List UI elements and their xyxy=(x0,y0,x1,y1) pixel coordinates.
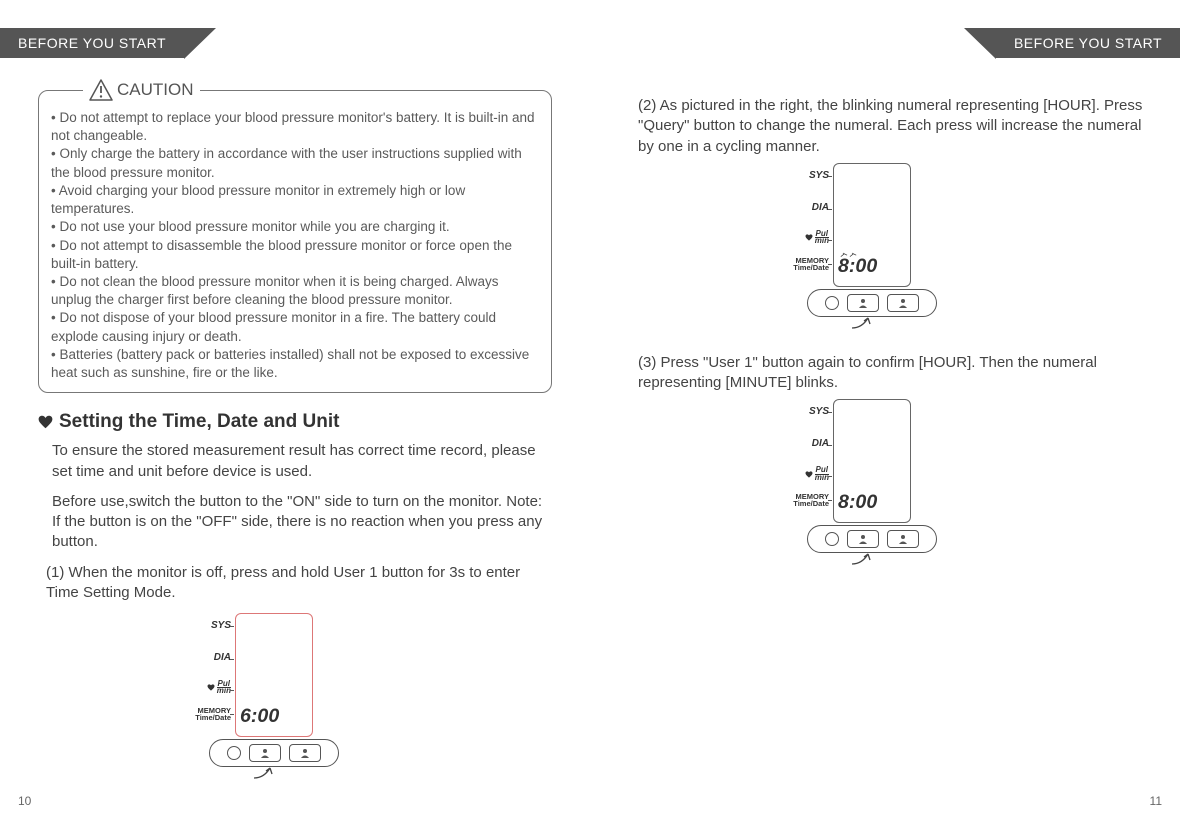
svg-text:8:00: 8:00 xyxy=(838,491,877,513)
section-title-text: Setting the Time, Date and Unit xyxy=(59,411,339,433)
person-icon xyxy=(858,298,868,308)
seven-seg-display: 6:00 xyxy=(240,702,310,728)
power-button xyxy=(227,746,241,760)
caution-box: CAUTION • Do not attempt to replace your… xyxy=(38,90,552,393)
right-content: (2) As pictured in the right, the blinki… xyxy=(638,96,1148,553)
person-icon xyxy=(300,748,310,758)
device-screen: 6:00 xyxy=(235,613,313,737)
device-base xyxy=(807,525,937,553)
press-arrow-icon xyxy=(252,760,282,780)
step-3: (3) Press "User 1" button again to confi… xyxy=(638,353,1148,394)
warning-icon xyxy=(89,79,113,101)
device-screen: 8:00 xyxy=(833,399,911,523)
label-pul: Pulmin xyxy=(177,681,231,695)
label-pul: Pulmin xyxy=(775,231,829,245)
person-icon xyxy=(260,748,270,758)
seven-seg-display: 8:00 xyxy=(838,488,908,514)
person-icon xyxy=(898,298,908,308)
device-screen: 8:00 xyxy=(833,163,911,287)
section-title: Setting the Time, Date and Unit xyxy=(38,411,552,433)
power-button xyxy=(825,296,839,310)
page-left: BEFORE YOU START CAUTION • Do not attemp… xyxy=(0,0,590,826)
person-icon xyxy=(858,534,868,544)
label-memory: MEMORYTime/Date xyxy=(775,493,829,507)
caution-item: • Do not dispose of your blood pressure … xyxy=(51,309,539,345)
label-memory: MEMORYTime/Date xyxy=(177,707,231,721)
label-memory: MEMORYTime/Date xyxy=(775,257,829,271)
press-arrow-icon xyxy=(850,310,880,330)
label-sys: SYS xyxy=(775,171,829,181)
intro-1: To ensure the stored measurement result … xyxy=(52,441,552,482)
power-button xyxy=(825,532,839,546)
label-pul: Pulmin xyxy=(775,467,829,481)
svg-text:6:00: 6:00 xyxy=(240,705,279,727)
device-figure-1: SYS DIA Pulmin MEMORYTime/Date 6:00 xyxy=(38,613,552,767)
step-2: (2) As pictured in the right, the blinki… xyxy=(638,96,1148,157)
heart-icon xyxy=(207,684,215,691)
header-tab-right: BEFORE YOU START xyxy=(996,28,1180,58)
device-base xyxy=(807,289,937,317)
device-figure-3: SYS DIA Pulmin MEMORYTime/Date 8:00 xyxy=(638,399,1148,553)
label-sys: SYS xyxy=(177,621,231,631)
header-tab-left: BEFORE YOU START xyxy=(0,28,184,58)
heart-icon xyxy=(38,415,53,429)
caution-title: CAUTION xyxy=(83,79,200,102)
caution-item: • Avoid charging your blood pressure mon… xyxy=(51,182,539,218)
left-content: CAUTION • Do not attempt to replace your… xyxy=(38,90,552,767)
person-icon xyxy=(898,534,908,544)
user2-button xyxy=(887,530,919,548)
page-number-left: 10 xyxy=(18,794,31,808)
caution-item: • Do not attempt to replace your blood p… xyxy=(51,109,539,145)
caution-item: • Only charge the battery in accordance … xyxy=(51,145,539,181)
page-number-right: 11 xyxy=(1150,794,1162,808)
heart-icon xyxy=(805,234,813,241)
label-dia: DIA xyxy=(775,203,829,213)
device-figure-2: SYS DIA Pulmin MEMORYTime/Date 8:00 xyxy=(638,163,1148,317)
user2-button xyxy=(887,294,919,312)
caution-label: CAUTION xyxy=(117,79,194,102)
label-sys: SYS xyxy=(775,407,829,417)
intro-2: Before use,switch the button to the "ON"… xyxy=(52,492,552,553)
device-base xyxy=(209,739,339,767)
caution-item: • Do not attempt to disassemble the bloo… xyxy=(51,237,539,273)
heart-icon xyxy=(805,471,813,478)
svg-text:8:00: 8:00 xyxy=(838,255,877,277)
user2-button xyxy=(289,744,321,762)
seven-seg-display: 8:00 xyxy=(838,252,908,278)
page-right: BEFORE YOU START (2) As pictured in the … xyxy=(590,0,1180,826)
press-arrow-icon xyxy=(850,546,880,566)
label-dia: DIA xyxy=(775,439,829,449)
caution-item: • Do not use your blood pressure monitor… xyxy=(51,218,539,236)
caution-item: • Do not clean the blood pressure monito… xyxy=(51,273,539,309)
label-dia: DIA xyxy=(177,653,231,663)
caution-item: • Batteries (battery pack or batteries i… xyxy=(51,346,539,382)
step-1: (1) When the monitor is off, press and h… xyxy=(46,563,552,604)
